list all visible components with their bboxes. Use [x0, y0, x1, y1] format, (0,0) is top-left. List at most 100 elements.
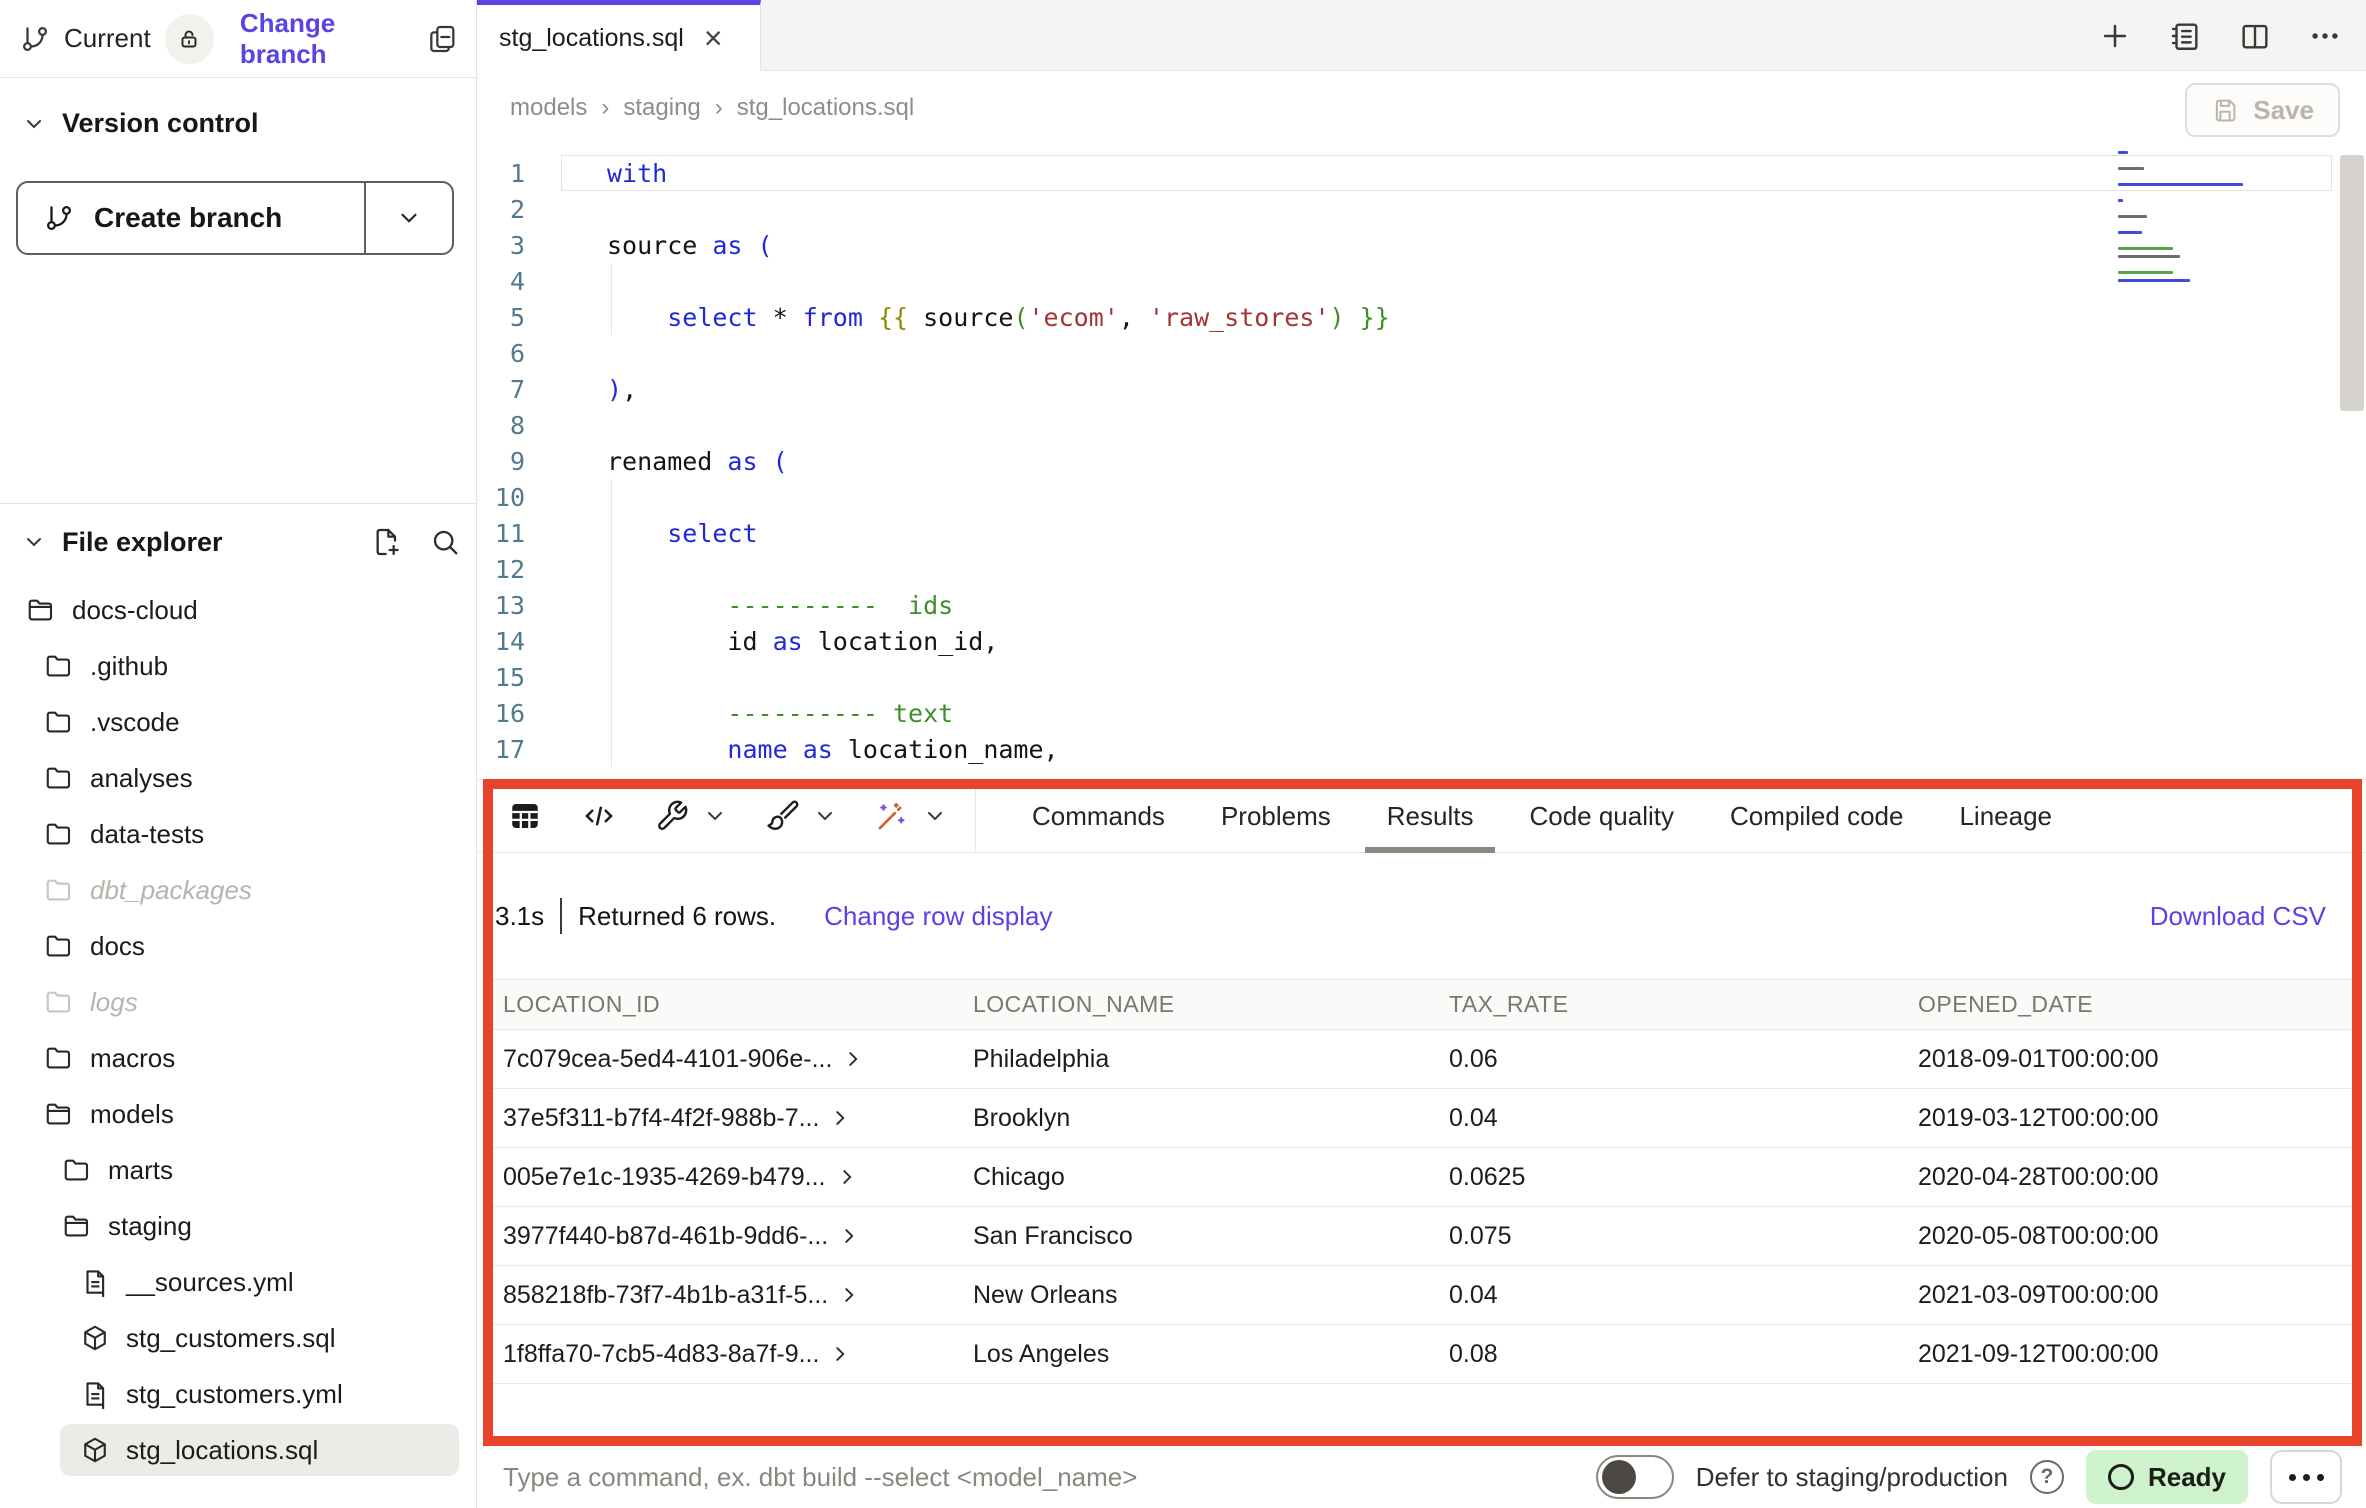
help-icon[interactable]: ? — [2030, 1460, 2064, 1494]
query-time: 3.1s — [495, 901, 544, 932]
file-item--sources-yml[interactable]: __sources.yml — [0, 1254, 477, 1310]
code-line-4[interactable]: 4 — [477, 263, 2366, 299]
file-item-label: stg_customers.sql — [126, 1323, 336, 1354]
breadcrumb-file[interactable]: stg_locations.sql — [737, 94, 914, 122]
line-number: 13 — [477, 591, 561, 620]
table-view-icon[interactable] — [507, 798, 543, 834]
file-item--vscode[interactable]: .vscode — [0, 694, 477, 750]
download-csv-link[interactable]: Download CSV — [2150, 901, 2326, 932]
minimap — [2118, 151, 2254, 283]
chevron-down-icon[interactable] — [923, 804, 947, 828]
status-label: Ready — [2148, 1462, 2226, 1493]
file-item--github[interactable]: .github — [0, 638, 477, 694]
code-line-11[interactable]: 11 select — [477, 515, 2366, 551]
breadcrumb: models › staging › stg_locations.sql — [510, 94, 914, 122]
defer-toggle[interactable] — [1596, 1455, 1674, 1499]
chevron-down-icon — [22, 112, 46, 136]
file-item-models[interactable]: models — [0, 1086, 477, 1142]
file-item-stg-customers-sql[interactable]: stg_customers.sql — [0, 1310, 477, 1366]
panel-tab-problems[interactable]: Problems — [1199, 780, 1353, 853]
table-cell: 3977f440-b87d-461b-9dd6-... — [493, 1222, 963, 1251]
returned-rows-label: Returned 6 rows. — [578, 901, 776, 932]
search-icon[interactable] — [429, 526, 461, 558]
more-actions-button[interactable] — [2270, 1450, 2342, 1504]
column-header-opened_date: OPENED_DATE — [1908, 991, 2352, 1018]
file-item-stg-customers-yml[interactable]: stg_customers.yml — [0, 1366, 477, 1422]
code-line-13[interactable]: 13 ---------- ids — [477, 587, 2366, 623]
create-branch-dropdown[interactable] — [364, 183, 452, 253]
file-item-data-tests[interactable]: data-tests — [0, 806, 477, 862]
build-wrench-icon[interactable] — [655, 799, 689, 833]
code-line-5[interactable]: 5 select * from {{ source('ecom', 'raw_s… — [477, 299, 2366, 335]
breadcrumb-staging[interactable]: staging — [623, 94, 700, 122]
code-line-16[interactable]: 16 ---------- text — [477, 695, 2366, 731]
ide-status-badge[interactable]: Ready — [2086, 1450, 2248, 1504]
split-editor-icon[interactable] — [2238, 19, 2272, 53]
close-tab-icon[interactable]: × — [704, 22, 723, 54]
ai-fix-wand-icon[interactable] — [875, 799, 909, 833]
expand-row-icon[interactable] — [829, 1107, 851, 1129]
change-row-display-link[interactable]: Change row display — [824, 901, 1052, 932]
chevron-down-icon[interactable] — [813, 804, 837, 828]
new-file-icon[interactable] — [371, 526, 403, 558]
chevron-down-icon[interactable] — [22, 530, 46, 554]
code-line-7[interactable]: 7), — [477, 371, 2366, 407]
code-line-14[interactable]: 14 id as location_id, — [477, 623, 2366, 659]
code-line-9[interactable]: 9renamed as ( — [477, 443, 2366, 479]
expand-row-icon[interactable] — [836, 1166, 858, 1188]
expand-row-icon[interactable] — [842, 1048, 864, 1070]
file-item-docs[interactable]: docs — [0, 918, 477, 974]
new-tab-icon[interactable] — [2098, 19, 2132, 53]
code-line-6[interactable]: 6 — [477, 335, 2366, 371]
code-line-2[interactable]: 2 — [477, 191, 2366, 227]
code-line-3[interactable]: 3source as ( — [477, 227, 2366, 263]
save-button[interactable]: Save — [2185, 83, 2340, 137]
expand-row-icon[interactable] — [829, 1343, 851, 1365]
more-options-icon[interactable] — [2308, 19, 2342, 53]
table-row: 7c079cea-5ed4-4101-906e-...Philadelphia0… — [493, 1030, 2352, 1089]
code-editor[interactable]: 1with23source as (45 select * from {{ so… — [477, 145, 2366, 779]
git-branch-icon — [44, 203, 74, 233]
code-line-12[interactable]: 12 — [477, 551, 2366, 587]
editor-layout-icon[interactable] — [2168, 19, 2202, 53]
file-item-marts[interactable]: marts — [0, 1142, 477, 1198]
file-icon — [80, 1267, 110, 1297]
cube-icon — [80, 1435, 110, 1465]
create-branch-main[interactable]: Create branch — [18, 183, 364, 253]
code-line-8[interactable]: 8 — [477, 407, 2366, 443]
line-number: 16 — [477, 699, 561, 728]
command-input[interactable] — [503, 1462, 1596, 1493]
tab-stg-locations-sql[interactable]: stg_locations.sql × — [477, 0, 761, 71]
code-view-icon[interactable] — [581, 798, 617, 834]
file-item-analyses[interactable]: analyses — [0, 750, 477, 806]
code-line-15[interactable]: 15 — [477, 659, 2366, 695]
panel-tab-results[interactable]: Results — [1365, 780, 1496, 853]
file-item-stg-locations-sql[interactable]: stg_locations.sql — [0, 1422, 477, 1478]
change-branch-link[interactable]: Change branch — [240, 8, 426, 70]
editor-scrollbar[interactable] — [2340, 155, 2364, 411]
format-broom-icon[interactable] — [765, 799, 799, 833]
panel-tab-compiled-code[interactable]: Compiled code — [1708, 780, 1925, 853]
code-line-1[interactable]: 1with — [477, 155, 2366, 191]
copy-icon[interactable] — [426, 23, 458, 55]
create-branch-button[interactable]: Create branch — [16, 181, 454, 255]
panel-tab-commands[interactable]: Commands — [1010, 780, 1187, 853]
line-number: 3 — [477, 231, 561, 260]
expand-row-icon[interactable] — [838, 1284, 860, 1306]
breadcrumb-models[interactable]: models — [510, 94, 587, 122]
file-item-logs[interactable]: logs — [0, 974, 477, 1030]
chevron-down-icon[interactable] — [703, 804, 727, 828]
file-item-label: dbt_packages — [90, 875, 252, 906]
code-line-17[interactable]: 17 name as location_name, — [477, 731, 2366, 767]
file-item-macros[interactable]: macros — [0, 1030, 477, 1086]
code-line-10[interactable]: 10 — [477, 479, 2366, 515]
expand-row-icon[interactable] — [838, 1225, 860, 1247]
code-text: ), — [561, 375, 637, 404]
version-control-header[interactable]: Version control — [0, 78, 476, 139]
file-item-docs-cloud[interactable]: docs-cloud — [0, 582, 477, 638]
panel-tab-lineage[interactable]: Lineage — [1937, 780, 2074, 853]
table-cell: New Orleans — [963, 1281, 1439, 1310]
file-item-staging[interactable]: staging — [0, 1198, 477, 1254]
file-item-dbt-packages[interactable]: dbt_packages — [0, 862, 477, 918]
panel-tab-code-quality[interactable]: Code quality — [1507, 780, 1696, 853]
